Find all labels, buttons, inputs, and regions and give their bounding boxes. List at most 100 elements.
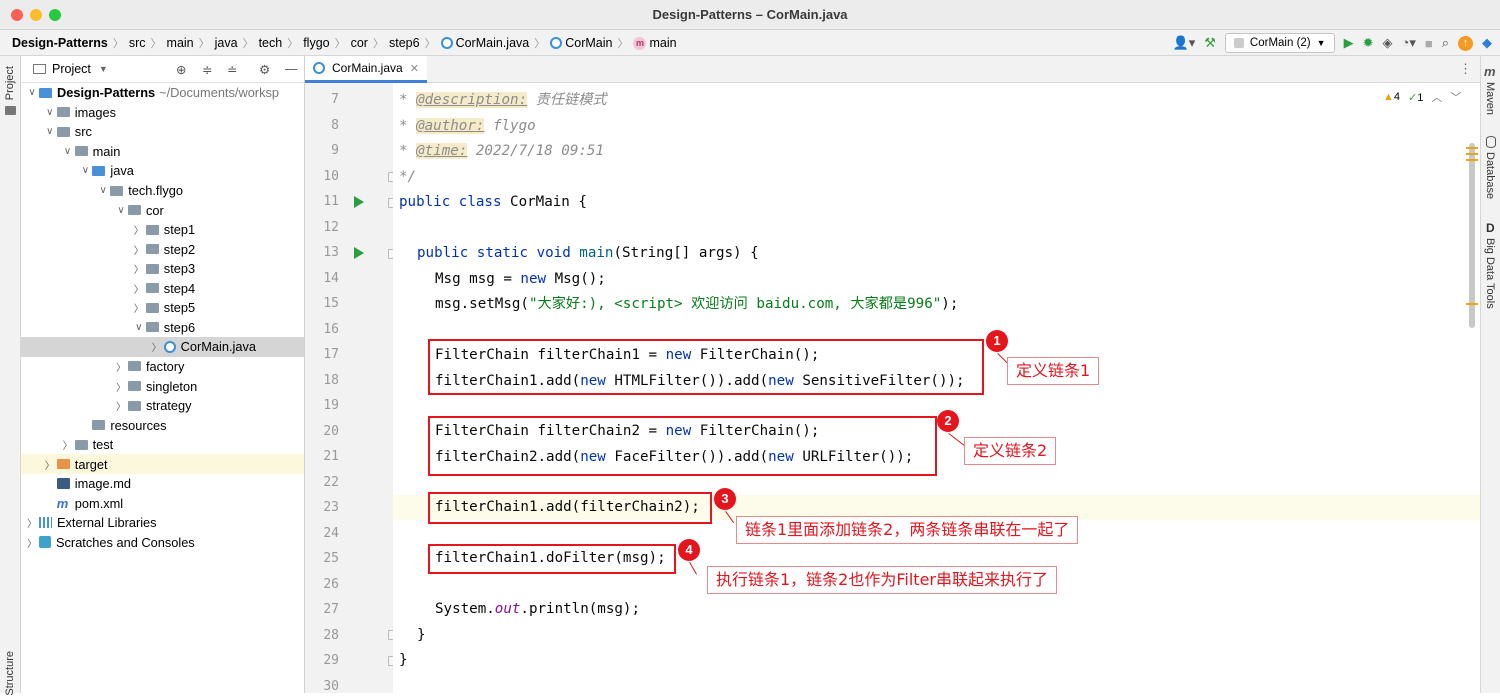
- expand-all-icon[interactable]: ≑: [202, 62, 212, 77]
- chevron-right-icon[interactable]: 〉: [132, 281, 146, 296]
- line-number: 14: [323, 270, 339, 286]
- structure-tool-button[interactable]: Structure: [4, 651, 16, 696]
- run-gutter-icon[interactable]: [354, 247, 364, 259]
- chevron-right-icon[interactable]: 〉: [114, 379, 128, 394]
- close-icon[interactable]: ✕: [410, 62, 419, 75]
- chevron-right-icon[interactable]: 〉: [150, 339, 164, 354]
- warning-marker[interactable]: [1466, 303, 1478, 305]
- stop-icon[interactable]: ■: [1425, 36, 1433, 51]
- tree-item[interactable]: 〉 factory: [21, 357, 304, 377]
- tree-item[interactable]: 〉 step3: [21, 259, 304, 279]
- breadcrumb-item[interactable]: main: [649, 36, 676, 50]
- chevron-down-icon[interactable]: ∨: [25, 87, 39, 98]
- minimize-panel-icon[interactable]: —: [285, 62, 298, 76]
- warning-marker[interactable]: [1466, 153, 1478, 155]
- config-icon: [1233, 38, 1244, 48]
- tree-item[interactable]: ∨ src: [21, 122, 304, 142]
- tree-item[interactable]: resources: [21, 415, 304, 435]
- breadcrumb-item[interactable]: main: [167, 36, 194, 50]
- java-class-icon: [163, 340, 176, 353]
- chevron-down-icon[interactable]: ∨: [43, 107, 57, 118]
- tree-item[interactable]: 〉 singleton: [21, 376, 304, 396]
- tree-item[interactable]: 〉 step5: [21, 298, 304, 318]
- chevron-down-icon[interactable]: ∨: [132, 322, 146, 333]
- tab-cormain-java[interactable]: CorMain.java ✕: [305, 56, 427, 83]
- run-gutter-icon[interactable]: [354, 196, 364, 208]
- breadcrumb-item[interactable]: step6: [389, 36, 420, 50]
- warning-marker[interactable]: [1466, 159, 1478, 161]
- chevron-up-icon[interactable]: ︿: [1431, 89, 1442, 105]
- tree-item[interactable]: ∨ tech.flygo: [21, 181, 304, 201]
- code-editor[interactable]: ▲4 ✓1 ︿ ﹀ * @description: 责任链模式 * @autho…: [393, 83, 1480, 693]
- chevron-right-icon[interactable]: 〉: [132, 222, 146, 237]
- tree-item[interactable]: 〉 CorMain.java: [21, 337, 304, 357]
- line-number: 18: [323, 372, 339, 388]
- collapse-all-icon[interactable]: ≐: [227, 62, 237, 77]
- breadcrumb-item[interactable]: java: [215, 36, 238, 50]
- run-icon[interactable]: ▶: [1344, 35, 1354, 51]
- tree-item[interactable]: image.md: [21, 474, 304, 494]
- maven-tool-button[interactable]: Maven: [1484, 82, 1496, 115]
- breadcrumb-item[interactable]: flygo: [303, 36, 329, 50]
- tree-item[interactable]: ∨ Design-Patterns ~/Documents/worksp: [21, 83, 304, 103]
- vertical-scrollbar[interactable]: [1469, 143, 1475, 328]
- locate-icon[interactable]: ⊕: [176, 62, 186, 77]
- breadcrumb-item[interactable]: src: [129, 36, 146, 50]
- chevron-down-icon[interactable]: ∨: [114, 205, 128, 216]
- chevron-right-icon[interactable]: 〉: [132, 300, 146, 315]
- chevron-right-icon[interactable]: 〉: [114, 398, 128, 413]
- chevron-down-icon[interactable]: ﹀: [1450, 89, 1461, 105]
- chevron-down-icon[interactable]: ∨: [96, 185, 110, 196]
- tree-item[interactable]: ∨ main: [21, 142, 304, 162]
- breadcrumb-item[interactable]: Design-Patterns: [12, 36, 108, 50]
- jetbrains-icon[interactable]: ◆: [1482, 35, 1492, 51]
- tree-item-label: pom.xml: [74, 495, 124, 511]
- project-panel-title[interactable]: Project: [52, 62, 91, 76]
- breadcrumb-item[interactable]: CorMain: [565, 36, 612, 50]
- chevron-right-icon[interactable]: 〉: [43, 457, 57, 472]
- chevron-right-icon[interactable]: 〉: [25, 515, 39, 530]
- chevron-right-icon[interactable]: 〉: [25, 535, 39, 550]
- chevron-down-icon[interactable]: ▼: [99, 64, 108, 74]
- database-tool-button[interactable]: Database: [1484, 152, 1496, 199]
- chevron-down-icon[interactable]: ∨: [61, 146, 75, 157]
- chevron-right-icon[interactable]: 〉: [132, 261, 146, 276]
- breadcrumb-item[interactable]: cor: [351, 36, 368, 50]
- tree-item[interactable]: ∨ step6: [21, 318, 304, 338]
- run-configuration-select[interactable]: CorMain (2) ▼: [1224, 33, 1335, 53]
- tree-item[interactable]: 〉 step2: [21, 239, 304, 259]
- profile-icon[interactable]: ◔▾: [1401, 35, 1415, 51]
- debug-icon[interactable]: ✹: [1363, 35, 1374, 51]
- chevron-down-icon[interactable]: ∨: [43, 126, 57, 137]
- inspection-widget[interactable]: ▲4 ✓1 ︿ ﹀: [1383, 89, 1461, 105]
- search-icon[interactable]: ⌕: [1442, 35, 1449, 51]
- breadcrumb-item[interactable]: CorMain.java: [456, 36, 530, 50]
- tree-item[interactable]: 〉 External Libraries: [21, 513, 304, 533]
- build-hammer-icon[interactable]: ⚒: [1204, 35, 1216, 51]
- chevron-right-icon[interactable]: 〉: [61, 437, 75, 452]
- user-icon[interactable]: 👤▾: [1173, 35, 1196, 51]
- more-tabs-icon[interactable]: ⋮: [1459, 61, 1472, 77]
- tree-item[interactable]: ∨ cor: [21, 200, 304, 220]
- coverage-icon[interactable]: ◈: [1382, 35, 1392, 51]
- breadcrumb-item[interactable]: tech: [259, 36, 283, 50]
- big-data-tools-button[interactable]: Big Data Tools: [1484, 238, 1496, 309]
- update-icon[interactable]: ↑: [1458, 35, 1473, 51]
- tree-item-label: test: [92, 437, 114, 453]
- tree-item[interactable]: m pom.xml: [21, 494, 304, 514]
- chevron-right-icon[interactable]: 〉: [114, 359, 128, 374]
- tree-item[interactable]: 〉 test: [21, 435, 304, 455]
- tree-item[interactable]: 〉 strategy: [21, 396, 304, 416]
- gear-icon[interactable]: ⚙: [259, 62, 270, 77]
- chevron-right-icon[interactable]: 〉: [132, 242, 146, 257]
- annotation-connector: [689, 562, 697, 575]
- tree-item[interactable]: 〉 step4: [21, 279, 304, 299]
- tree-item[interactable]: 〉 step1: [21, 220, 304, 240]
- tree-item[interactable]: 〉 Scratches and Consoles: [21, 533, 304, 553]
- tree-item[interactable]: 〉 target: [21, 454, 304, 474]
- warning-marker[interactable]: [1466, 147, 1478, 149]
- tree-item[interactable]: ∨ images: [21, 103, 304, 123]
- tree-item[interactable]: ∨ java: [21, 161, 304, 181]
- chevron-down-icon[interactable]: ∨: [78, 165, 92, 176]
- project-tool-button[interactable]: Project: [4, 66, 16, 100]
